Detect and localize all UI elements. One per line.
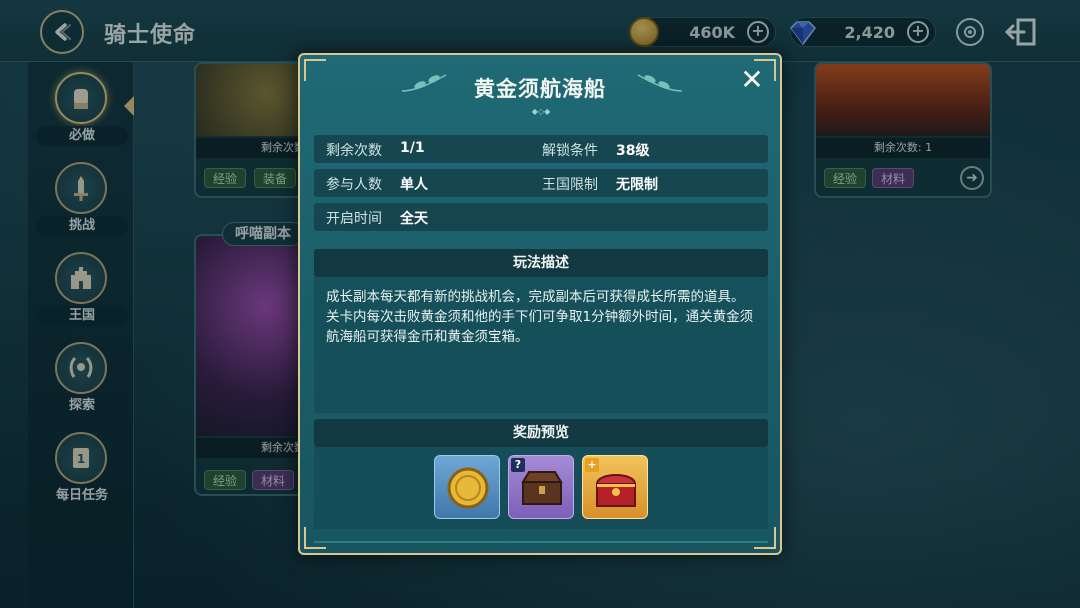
reward-preview: ? + <box>314 447 768 529</box>
close-button[interactable]: ✕ <box>738 66 766 95</box>
info-row: 开启时间 全天 <box>314 203 768 231</box>
reward-golden-chest[interactable]: + <box>582 455 648 519</box>
reward-mystery-chest[interactable]: ? <box>508 455 574 519</box>
kingdom-limit-label: 王国限制 <box>542 177 598 193</box>
divider-dots: ◆◇◆ <box>531 107 551 116</box>
dungeon-info-dialog: 黄金须航海船 ◆◇◆ ✕ 剩余次数 1/1 解锁条件 38级 参与人数 单人 王… <box>298 53 782 555</box>
remaining-label: 剩余次数 <box>326 143 382 159</box>
dialog-bottom-divider <box>314 541 768 543</box>
kingdom-limit-value: 无限制 <box>616 177 658 193</box>
unlock-value: 38级 <box>616 143 650 159</box>
open-time-label: 开启时间 <box>326 211 382 227</box>
open-time-value: 全天 <box>400 211 428 227</box>
dialog-title: 黄金须航海船 <box>474 77 606 101</box>
leaf-ornament-icon <box>637 74 683 92</box>
corner-ornament <box>754 527 776 549</box>
remaining-value: 1/1 <box>400 140 425 156</box>
gold-coin-icon <box>447 467 489 509</box>
participants-label: 参与人数 <box>326 177 382 193</box>
dialog-header: 黄金须航海船 ◆◇◆ ✕ <box>300 55 780 125</box>
info-row: 参与人数 单人 王国限制 无限制 <box>314 169 768 197</box>
description-header: 玩法描述 <box>314 249 768 277</box>
reward-gold-coin[interactable] <box>434 455 500 519</box>
corner-ornament <box>304 527 326 549</box>
info-row: 剩余次数 1/1 解锁条件 38级 <box>314 135 768 163</box>
mystery-badge: ? <box>511 458 525 472</box>
reward-header: 奖励预览 <box>314 419 768 447</box>
unlock-label: 解锁条件 <box>542 143 598 159</box>
participants-value: 单人 <box>400 177 428 193</box>
plus-badge: + <box>585 458 599 472</box>
description-text: 成长副本每天都有新的挑战机会，完成副本后可获得成长所需的道具。关卡内每次击败黄金… <box>314 277 768 413</box>
